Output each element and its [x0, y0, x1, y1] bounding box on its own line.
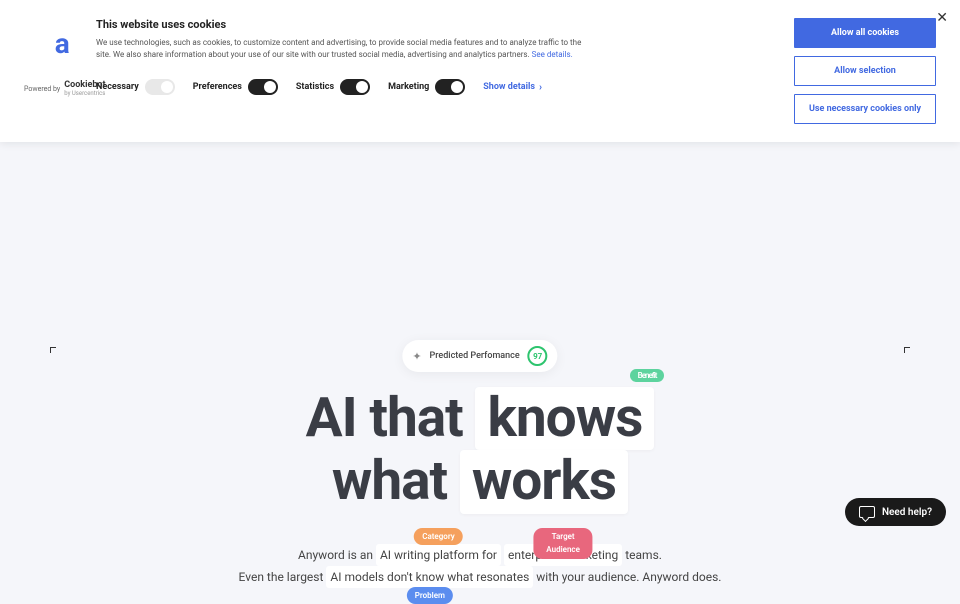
brand-logo: a	[55, 30, 75, 50]
cookie-title: This website uses cookies	[96, 18, 774, 31]
tag-audience: Target Audience	[534, 528, 593, 559]
performance-label: Predicted Perfomance	[430, 351, 520, 361]
toggle-preferences-switch[interactable]	[248, 79, 278, 95]
headline-highlight-works: works	[460, 450, 628, 513]
cookiebot-sub: by Usercentrics	[64, 90, 105, 97]
highlight-category: AI writing platform forCategory	[376, 544, 501, 566]
powered-by-label: Powered by	[24, 85, 60, 93]
help-widget[interactable]: Need help?	[845, 498, 946, 526]
necessary-only-button[interactable]: Use necessary cookies only	[794, 94, 936, 124]
toggle-marketing: Marketing	[388, 79, 465, 95]
cookie-banner: a Powered by Cookiebot by Usercentrics T…	[0, 0, 960, 142]
cookie-content: This website uses cookies We use technol…	[96, 18, 774, 124]
highlight-audience: enterprise marketingTarget Audience	[504, 544, 622, 566]
show-details-link[interactable]: Show details ›	[483, 82, 542, 93]
cookie-description: We use technologies, such as cookies, to…	[96, 37, 586, 61]
allow-selection-button[interactable]: Allow selection	[794, 56, 936, 86]
toggle-statistics: Statistics	[296, 79, 370, 95]
toggle-necessary-switch	[145, 79, 175, 95]
performance-score: 97	[528, 346, 548, 366]
logo-area: a Powered by Cookiebot by Usercentrics	[24, 30, 106, 97]
headline-highlight-knows: knowsBenefit	[475, 387, 654, 450]
cookie-toggles: Necessary Preferences Statistics Marketi…	[96, 79, 774, 95]
close-icon[interactable]: ✕	[936, 10, 948, 26]
bracket-right-icon	[904, 347, 910, 353]
toggle-statistics-switch[interactable]	[340, 79, 370, 95]
headline: AI that knowsBenefit what works	[0, 387, 960, 514]
allow-all-button[interactable]: Allow all cookies	[794, 18, 936, 48]
bracket-left-icon	[50, 347, 56, 353]
hero: ✦ Predicted Perfomance 97 AI that knowsB…	[0, 142, 960, 588]
cookie-buttons: Allow all cookies Allow selection Use ne…	[794, 18, 936, 124]
tag-benefit: Benefit	[630, 369, 665, 382]
tag-category: Category	[414, 528, 463, 546]
highlight-problem: AI models don't know what resonatesProbl…	[326, 566, 533, 588]
chevron-right-icon: ›	[539, 82, 542, 93]
chat-icon	[859, 506, 875, 518]
powered-by: Powered by Cookiebot by Usercentrics	[24, 80, 106, 97]
toggle-preferences: Preferences	[193, 79, 278, 95]
sparkle-icon: ✦	[412, 350, 421, 363]
cookiebot-logo: Cookiebot	[64, 80, 105, 90]
see-details-link[interactable]: See details.	[532, 50, 573, 59]
tag-problem: Problem	[407, 587, 453, 604]
toggle-necessary: Necessary	[96, 79, 175, 95]
toggle-marketing-switch[interactable]	[435, 79, 465, 95]
help-label: Need help?	[882, 507, 932, 518]
subheadline: Anyword is an AI writing platform forCat…	[0, 544, 960, 589]
performance-pill: ✦ Predicted Perfomance 97	[402, 340, 557, 372]
